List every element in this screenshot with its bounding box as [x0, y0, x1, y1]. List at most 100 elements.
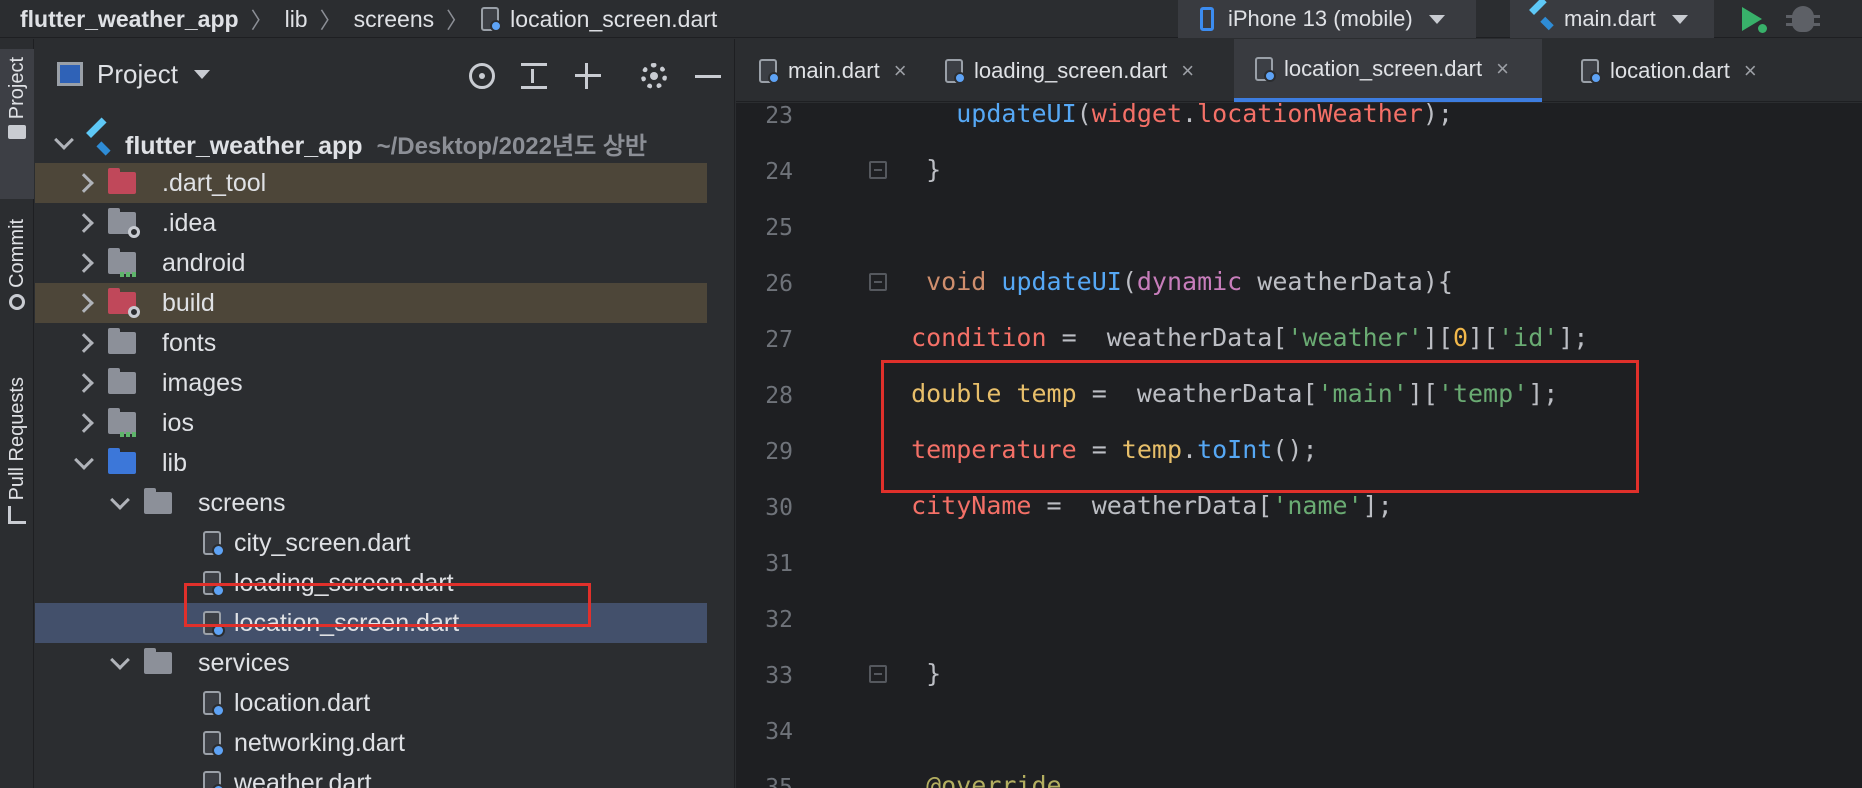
tab-label: location_screen.dart	[1284, 55, 1483, 81]
tree-item-label: android	[162, 248, 246, 277]
run-status-dot	[1758, 24, 1767, 33]
chevron-down-icon[interactable]	[110, 650, 130, 670]
pull-requests-tool-button[interactable]: Pull Requests	[0, 369, 34, 579]
line-number: 25	[765, 215, 793, 241]
code-token: (	[1121, 267, 1137, 296]
tree-item-lib[interactable]: lib	[35, 443, 707, 483]
line-number: 23	[765, 103, 793, 129]
breadcrumb-screens[interactable]: screens	[354, 6, 435, 33]
tab-label: main.dart	[788, 57, 880, 83]
tree-item-idea[interactable]: .idea	[35, 203, 707, 243]
chevron-down-icon[interactable]	[54, 130, 74, 150]
tree-item-location[interactable]: location.dart	[35, 683, 707, 723]
chevron-down-icon[interactable]	[74, 450, 94, 470]
code-token: 'weather'	[1287, 323, 1423, 352]
tree-item-build[interactable]: build	[35, 283, 707, 323]
chevron-down-icon[interactable]	[110, 490, 130, 510]
tab-location-dart[interactable]: location.dart ×	[1562, 39, 1792, 102]
tree-item-screens[interactable]: screens	[35, 483, 707, 523]
project-tool-button[interactable]: Project	[0, 49, 34, 199]
dart-file-icon	[202, 530, 225, 557]
fold-icon[interactable]	[869, 273, 887, 291]
hide-panel-icon[interactable]	[695, 63, 721, 89]
tree-item-android[interactable]: android	[35, 243, 707, 283]
settings-folder-icon	[108, 208, 140, 238]
chevron-right-icon[interactable]	[74, 253, 94, 273]
code-line[interactable]: cityName = weatherData['name'];	[896, 491, 1393, 520]
code-token: void	[926, 267, 987, 296]
tree-item-label: networking.dart	[234, 728, 405, 757]
code-token: = weatherData[	[1046, 323, 1288, 352]
project-panel-title[interactable]: Project	[97, 59, 178, 90]
line-number: 24	[765, 159, 793, 185]
gear-icon[interactable]	[641, 63, 667, 89]
code-editor[interactable]: 23 24 25 26 27 28 29 30 31 32 33 34 35 u…	[736, 103, 1862, 788]
line-number: 26	[765, 271, 793, 297]
breadcrumb-separator-icon: 〉	[250, 8, 273, 33]
fold-icon[interactable]	[869, 161, 887, 179]
expand-all-icon[interactable]	[521, 63, 547, 89]
tree-item-ios[interactable]: ios	[35, 403, 707, 443]
code-token: 0	[1452, 323, 1468, 352]
breadcrumb-file[interactable]: location_screen.dart	[480, 6, 717, 33]
breadcrumb-project[interactable]: flutter_weather_app	[20, 6, 239, 33]
chevron-right-icon[interactable]	[74, 293, 94, 313]
tab-location-screen[interactable]: location_screen.dart ×	[1234, 39, 1542, 102]
pull-request-icon	[8, 506, 26, 525]
chevron-right-icon[interactable]	[74, 213, 94, 233]
debug-icon[interactable]	[1786, 6, 1820, 32]
chevron-right-icon[interactable]	[74, 333, 94, 353]
phone-icon	[1200, 7, 1214, 31]
run-configuration-selector[interactable]: main.dart	[1510, 0, 1714, 38]
chevron-right-icon[interactable]	[74, 373, 94, 393]
chevron-right-icon[interactable]	[74, 413, 94, 433]
code-token: 'name'	[1272, 491, 1363, 520]
chevron-right-icon[interactable]	[74, 173, 94, 193]
tree-item-images[interactable]: images	[35, 363, 707, 403]
code-token: (	[1076, 103, 1092, 128]
tree-item-root-label: flutter_weather_app	[125, 131, 363, 160]
tab-main-dart[interactable]: main.dart ×	[736, 39, 922, 102]
locate-file-icon[interactable]	[469, 63, 495, 89]
code-line[interactable]: }	[896, 659, 941, 688]
dart-file-icon	[1254, 56, 1276, 82]
code-token: }	[896, 659, 942, 688]
tree-item-city-screen[interactable]: city_screen.dart	[35, 523, 707, 563]
tree-item-networking[interactable]: networking.dart	[35, 723, 707, 763]
tree-item-weather[interactable]: weather.dart	[35, 763, 707, 788]
tree-item-fonts[interactable]: fonts	[35, 323, 707, 363]
line-number-gutter: 23 24 25 26 27 28 29 30 31 32 33 34 35	[736, 103, 879, 788]
project-panel: Project flutter_weather_app ~/Desktop/202…	[35, 39, 735, 788]
tree-item-dart-tool[interactable]: .dart_tool	[35, 163, 707, 203]
tab-label: location.dart	[1610, 57, 1730, 83]
project-tool-label: Project	[5, 57, 28, 120]
tree-item-label: fonts	[162, 328, 217, 357]
code-line[interactable]: void updateUI(dynamic weatherData){	[896, 267, 1453, 296]
breadcrumb-separator-icon: 〉	[446, 8, 469, 33]
fold-icon[interactable]	[869, 665, 887, 683]
tab-loading-screen[interactable]: loading_screen.dart ×	[922, 39, 1222, 102]
pull-requests-tool-label: Pull Requests	[5, 377, 28, 501]
close-icon[interactable]: ×	[1181, 58, 1194, 84]
dart-file-icon	[1580, 58, 1602, 84]
chevron-down-icon[interactable]	[193, 69, 210, 79]
device-selector[interactable]: iPhone 13 (mobile)	[1178, 0, 1476, 38]
code-line[interactable]: condition = weatherData['weather'][0]['i…	[896, 323, 1588, 352]
line-number: 28	[765, 383, 793, 409]
close-icon[interactable]: ×	[1496, 56, 1509, 82]
code-line[interactable]: @override	[896, 771, 1061, 788]
collapse-all-icon[interactable]	[575, 63, 601, 89]
close-icon[interactable]: ×	[894, 58, 907, 84]
tree-item-label: weather.dart	[234, 768, 372, 788]
code-line[interactable]: updateUI(widget.locationWeather);	[896, 103, 1453, 128]
folder-icon	[144, 488, 172, 514]
code-line[interactable]: }	[896, 155, 941, 184]
chevron-down-icon	[1671, 14, 1688, 24]
tree-item-services[interactable]: services	[35, 643, 707, 683]
commit-tool-button[interactable]: Commit	[0, 211, 34, 361]
breadcrumb-lib[interactable]: lib	[285, 6, 308, 33]
close-icon[interactable]: ×	[1744, 58, 1757, 84]
tree-item-root[interactable]: flutter_weather_app ~/Desktop/2022년도 상반	[35, 123, 707, 163]
